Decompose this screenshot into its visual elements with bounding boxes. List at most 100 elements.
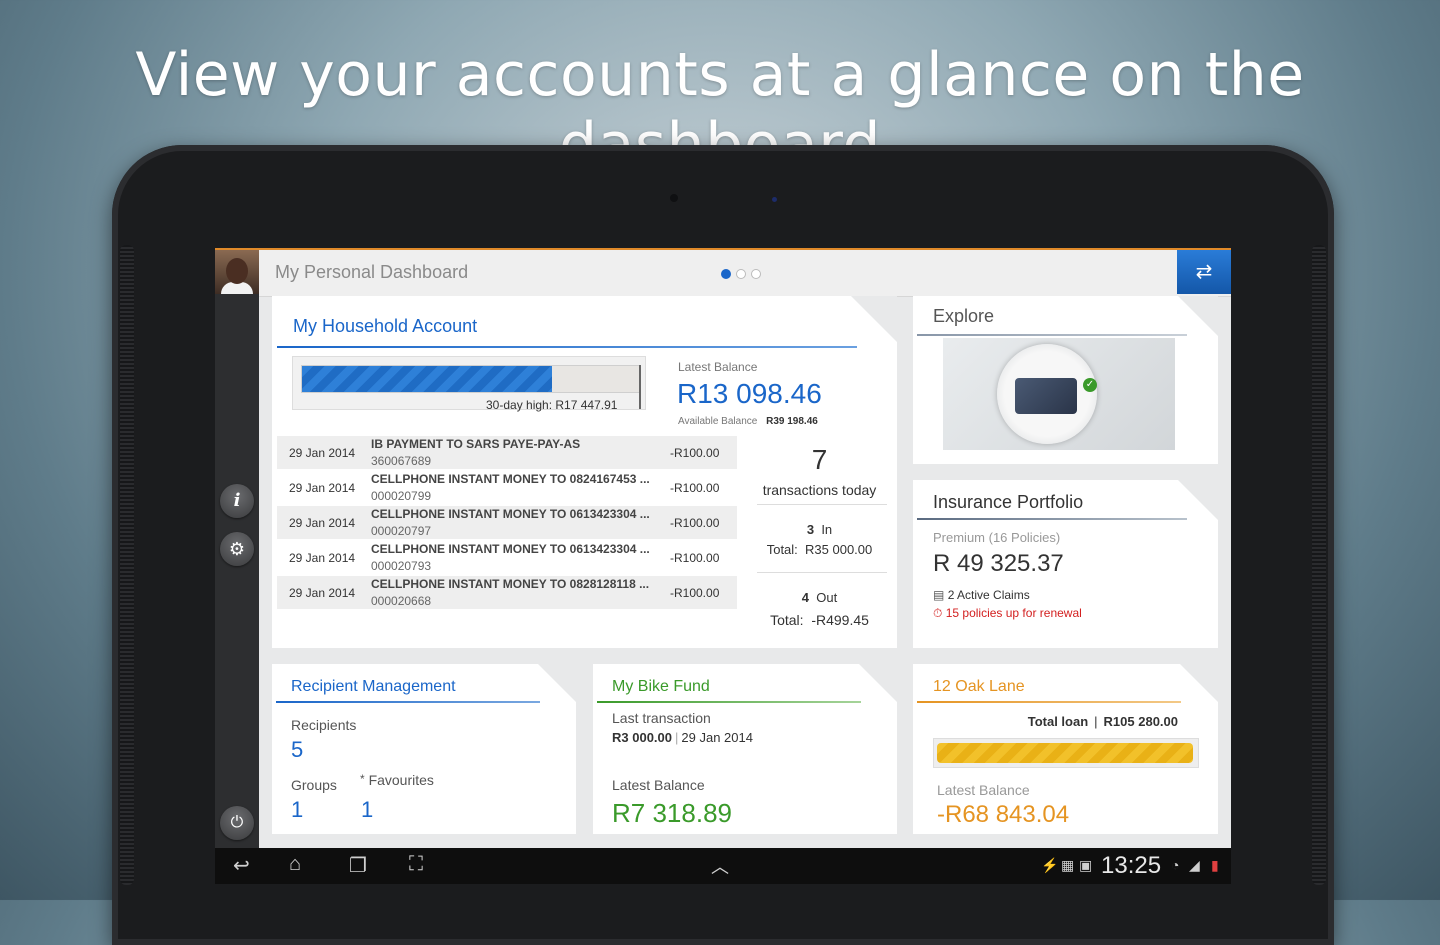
reference: 000020668 [371,594,432,608]
table-row[interactable]: 29 Jan 2014 IB PAYMENT TO SARS PAYE-PAY-… [277,436,737,469]
household-account-card[interactable]: My Household Account 30-day high: R17 44… [272,296,897,648]
progress-fill [302,366,552,392]
last-transaction: R3 000.00 | 29 Jan 2014 [612,730,753,745]
battery-icon: ▮ [1211,857,1219,873]
label: Available Balance [678,416,758,427]
title-rule [917,701,1181,703]
page-dot[interactable] [721,269,731,279]
transactions-label: transactions today [762,482,877,498]
favourites-label: * Favourites [360,772,434,788]
table-row[interactable]: 29 Jan 2014 CELLPHONE INSTANT MONEY TO 0… [277,576,737,609]
amount: -R100.00 [670,481,720,495]
label: Favourites [368,772,434,788]
screenshot-icon[interactable]: ⛶ [409,853,423,876]
page-title: My Personal Dashboard [275,262,469,282]
date: 29 Jan 2014 [289,481,356,495]
renewal-alert[interactable]: ⏱ 15 policies up for renewal [933,606,1082,621]
checkmark-icon: ✓ [1083,378,1097,392]
date: 29 Jan 2014 [289,551,356,565]
gear-icon[interactable]: ⚙ [220,532,254,566]
explore-banner-image[interactable]: ✓ [943,338,1175,450]
title-rule [277,346,857,348]
bike-fund-card[interactable]: My Bike Fund Last transaction R3 000.00 |… [593,664,897,834]
renewal-text: 15 policies up for renewal [945,606,1082,620]
groups-count[interactable]: 1 [291,797,303,823]
recipients-count[interactable]: 5 [291,737,303,763]
left-sidebar: i ⚙ ⏻ [215,294,259,848]
in-summary: 3 In [747,522,892,537]
recent-apps-icon[interactable]: ❐ [349,853,367,878]
credit-card-icon [1015,378,1077,414]
out-label: Out [816,590,838,605]
swap-arrows-icon: ⇄ [1195,261,1213,283]
favourites-count[interactable]: 1 [361,797,373,823]
page-dot[interactable] [736,269,746,279]
table-row[interactable]: 29 Jan 2014 CELLPHONE INSTANT MONEY TO 0… [277,506,737,539]
label: Total loan [1027,714,1089,729]
speaker-right [1312,245,1326,885]
document-icon: ▤ [933,588,945,602]
last-transaction-label: Last transaction [612,710,711,726]
sd-card-icon: ▦ [1061,857,1075,873]
image-icon: ▣ [1079,857,1093,873]
latest-balance-value: -R68 843.04 [937,801,1070,828]
progress-fill [937,743,1193,763]
label: Total: [770,612,804,628]
app-screen: My Personal Dashboard ⇄ i ⚙ ⏻ My Househo… [215,248,1231,884]
power-icon[interactable]: ⏻ [220,806,254,840]
switch-account-button[interactable]: ⇄ [1177,250,1231,294]
amount: R3 000.00 [612,730,672,745]
recipient-management-card[interactable]: Recipient Management Recipients 5 Groups… [272,664,576,834]
table-row[interactable]: 29 Jan 2014 CELLPHONE INSTANT MONEY TO 0… [277,471,737,504]
value: R105 280.00 [1103,714,1178,729]
date: 29 Jan 2014 [289,446,356,460]
reference: 000020793 [371,559,432,573]
back-icon[interactable]: ↩ [233,853,250,878]
clock[interactable]: 13:25 [1101,852,1161,880]
active-claims[interactable]: ▤ 2 Active Claims [933,588,1030,602]
amount: -R100.00 [670,551,720,565]
description: CELLPHONE INSTANT MONEY TO 0824167453 ..… [371,472,650,486]
star-icon: * [360,772,365,786]
label: 30-day high: [486,398,553,412]
top-bar: My Personal Dashboard ⇄ [215,248,1231,297]
page-indicator [721,266,766,284]
usb-icon: ⚡ [1041,857,1059,873]
groups-label: Groups [291,777,337,793]
reference: 000020797 [371,524,432,538]
card-title: My Household Account [293,316,478,336]
card-title: Explore [933,306,995,326]
latest-balance-value: R7 318.89 [612,798,732,828]
loan-progress [933,738,1199,768]
in-label: In [821,522,833,537]
table-row[interactable]: 29 Jan 2014 CELLPHONE INSTANT MONEY TO 0… [277,541,737,574]
premium-value: R 49 325.37 [933,550,1064,577]
insurance-portfolio-card[interactable]: Insurance Portfolio Premium (16 Policies… [913,480,1218,648]
card-title: 12 Oak Lane [933,678,1025,695]
info-icon[interactable]: i [220,484,254,518]
page-dot[interactable] [751,269,761,279]
available-balance: Available Balance R39 198.46 [678,416,818,427]
description: CELLPHONE INSTANT MONEY TO 0613423304 ..… [371,542,650,556]
title-rule [917,518,1187,520]
avatar[interactable] [215,250,259,296]
reference: 000020799 [371,489,432,503]
card-title: My Bike Fund [612,678,710,695]
latest-balance-label: Latest Balance [678,360,758,374]
recipients-label: Recipients [291,717,357,733]
reference: 360067689 [371,454,432,468]
value: -R499.45 [811,612,869,628]
label: Total: [766,542,798,557]
latest-balance-value: R13 098.46 [677,378,822,409]
value: R17 447.91 [555,398,618,412]
chevron-up-icon[interactable]: ︿ [711,853,729,879]
title-rule [597,701,861,703]
description: CELLPHONE INSTANT MONEY TO 0828128118 ..… [371,577,650,591]
out-total: Total: -R499.45 [747,612,892,628]
explore-card[interactable]: Explore ✓ [913,296,1218,464]
oak-lane-card[interactable]: 12 Oak Lane Total loan | R105 280.00 Lates… [913,664,1218,834]
title-rule [917,334,1187,336]
value: R39 198.46 [766,416,818,427]
home-icon[interactable]: ⌂ [289,853,301,876]
claims-text: 2 Active Claims [947,588,1030,602]
